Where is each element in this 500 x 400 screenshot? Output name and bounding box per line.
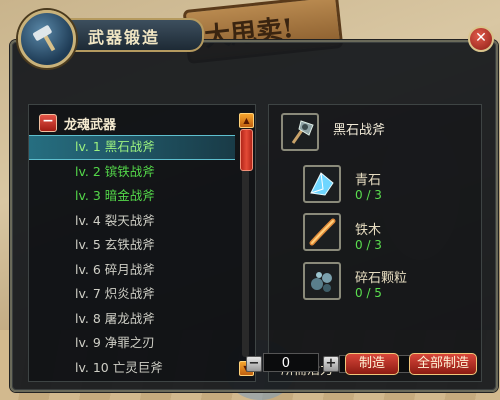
forge-all-button[interactable]: 全部制造	[409, 353, 477, 375]
material-slot[interactable]	[303, 262, 341, 300]
ironwood-icon	[309, 218, 336, 246]
crystal-icon	[310, 172, 334, 196]
category-header[interactable]: − 龙魂武器	[39, 113, 116, 133]
material-name: 碎石颗粒	[355, 271, 408, 286]
weapon-list-item[interactable]: lv. 1 黑石战斧	[29, 135, 235, 160]
weapon-list-item[interactable]: lv. 8 屠龙战斧	[29, 307, 239, 332]
category-label: 龙魂武器	[64, 117, 117, 133]
hammer-icon-badge	[18, 10, 76, 68]
hammer-icon	[33, 25, 56, 52]
forge-button[interactable]: 制造	[345, 353, 399, 375]
axe-icon	[291, 120, 314, 144]
weapon-list-item[interactable]: lv. 5 玄铁战斧	[29, 233, 239, 258]
material-count: 0 / 5	[355, 286, 382, 300]
material-count: 0 / 3	[355, 238, 382, 252]
material-slot[interactable]	[303, 213, 341, 251]
weapon-list-item[interactable]: lv. 4 裂天战斧	[29, 209, 239, 234]
close-button[interactable]: ✕	[468, 26, 494, 52]
weapon-list: lv. 1 黑石战斧 lv. 2 镔铁战斧 lv. 3 暗金战斧 lv. 4 裂天战斧…	[29, 135, 239, 380]
quantity-increase-button[interactable]: +	[323, 356, 339, 372]
scrollbar-thumb[interactable]	[240, 129, 253, 171]
weapon-list-item[interactable]: lv. 2 镔铁战斧	[29, 160, 239, 185]
weapon-list-item[interactable]: lv. 9 净罪之刃	[29, 331, 239, 356]
selected-weapon-name: 黑石战斧	[333, 123, 386, 138]
quantity-decrease-button[interactable]: −	[246, 356, 262, 372]
weapon-list-panel: − 龙魂武器 lv. 1 黑石战斧 lv. 2 镔铁战斧 lv. 3 暗金战斧 lv.…	[28, 104, 256, 382]
weapon-list-item[interactable]: lv. 7 炽炎战斧	[29, 282, 239, 307]
scroll-up-button[interactable]: ▲	[239, 113, 254, 128]
weapon-slot[interactable]	[281, 113, 319, 151]
detail-panel: 黑石战斧 青石 0 / 3 铁木 0 / 3 碎石颗粒 0 / 5	[268, 104, 482, 382]
window-title-bar: 武器锻造	[60, 18, 204, 52]
gravel-icon	[311, 272, 332, 292]
window-title: 武器锻造	[88, 28, 161, 47]
material-slot[interactable]	[303, 165, 341, 203]
weapon-list-item[interactable]: lv. 10 亡灵巨斧	[29, 356, 239, 381]
material-count: 0 / 3	[355, 188, 382, 202]
collapse-toggle-button[interactable]: −	[39, 114, 57, 132]
quantity-input[interactable]: 0	[263, 353, 319, 372]
weapon-list-item[interactable]: lv. 3 暗金战斧	[29, 184, 239, 209]
forge-window: − 龙魂武器 lv. 1 黑石战斧 lv. 2 镔铁战斧 lv. 3 暗金战斧 lv.…	[10, 40, 498, 392]
weapon-list-item[interactable]: lv. 6 碎月战斧	[29, 258, 239, 283]
material-name: 青石	[355, 173, 382, 188]
material-name: 铁木	[355, 223, 382, 238]
